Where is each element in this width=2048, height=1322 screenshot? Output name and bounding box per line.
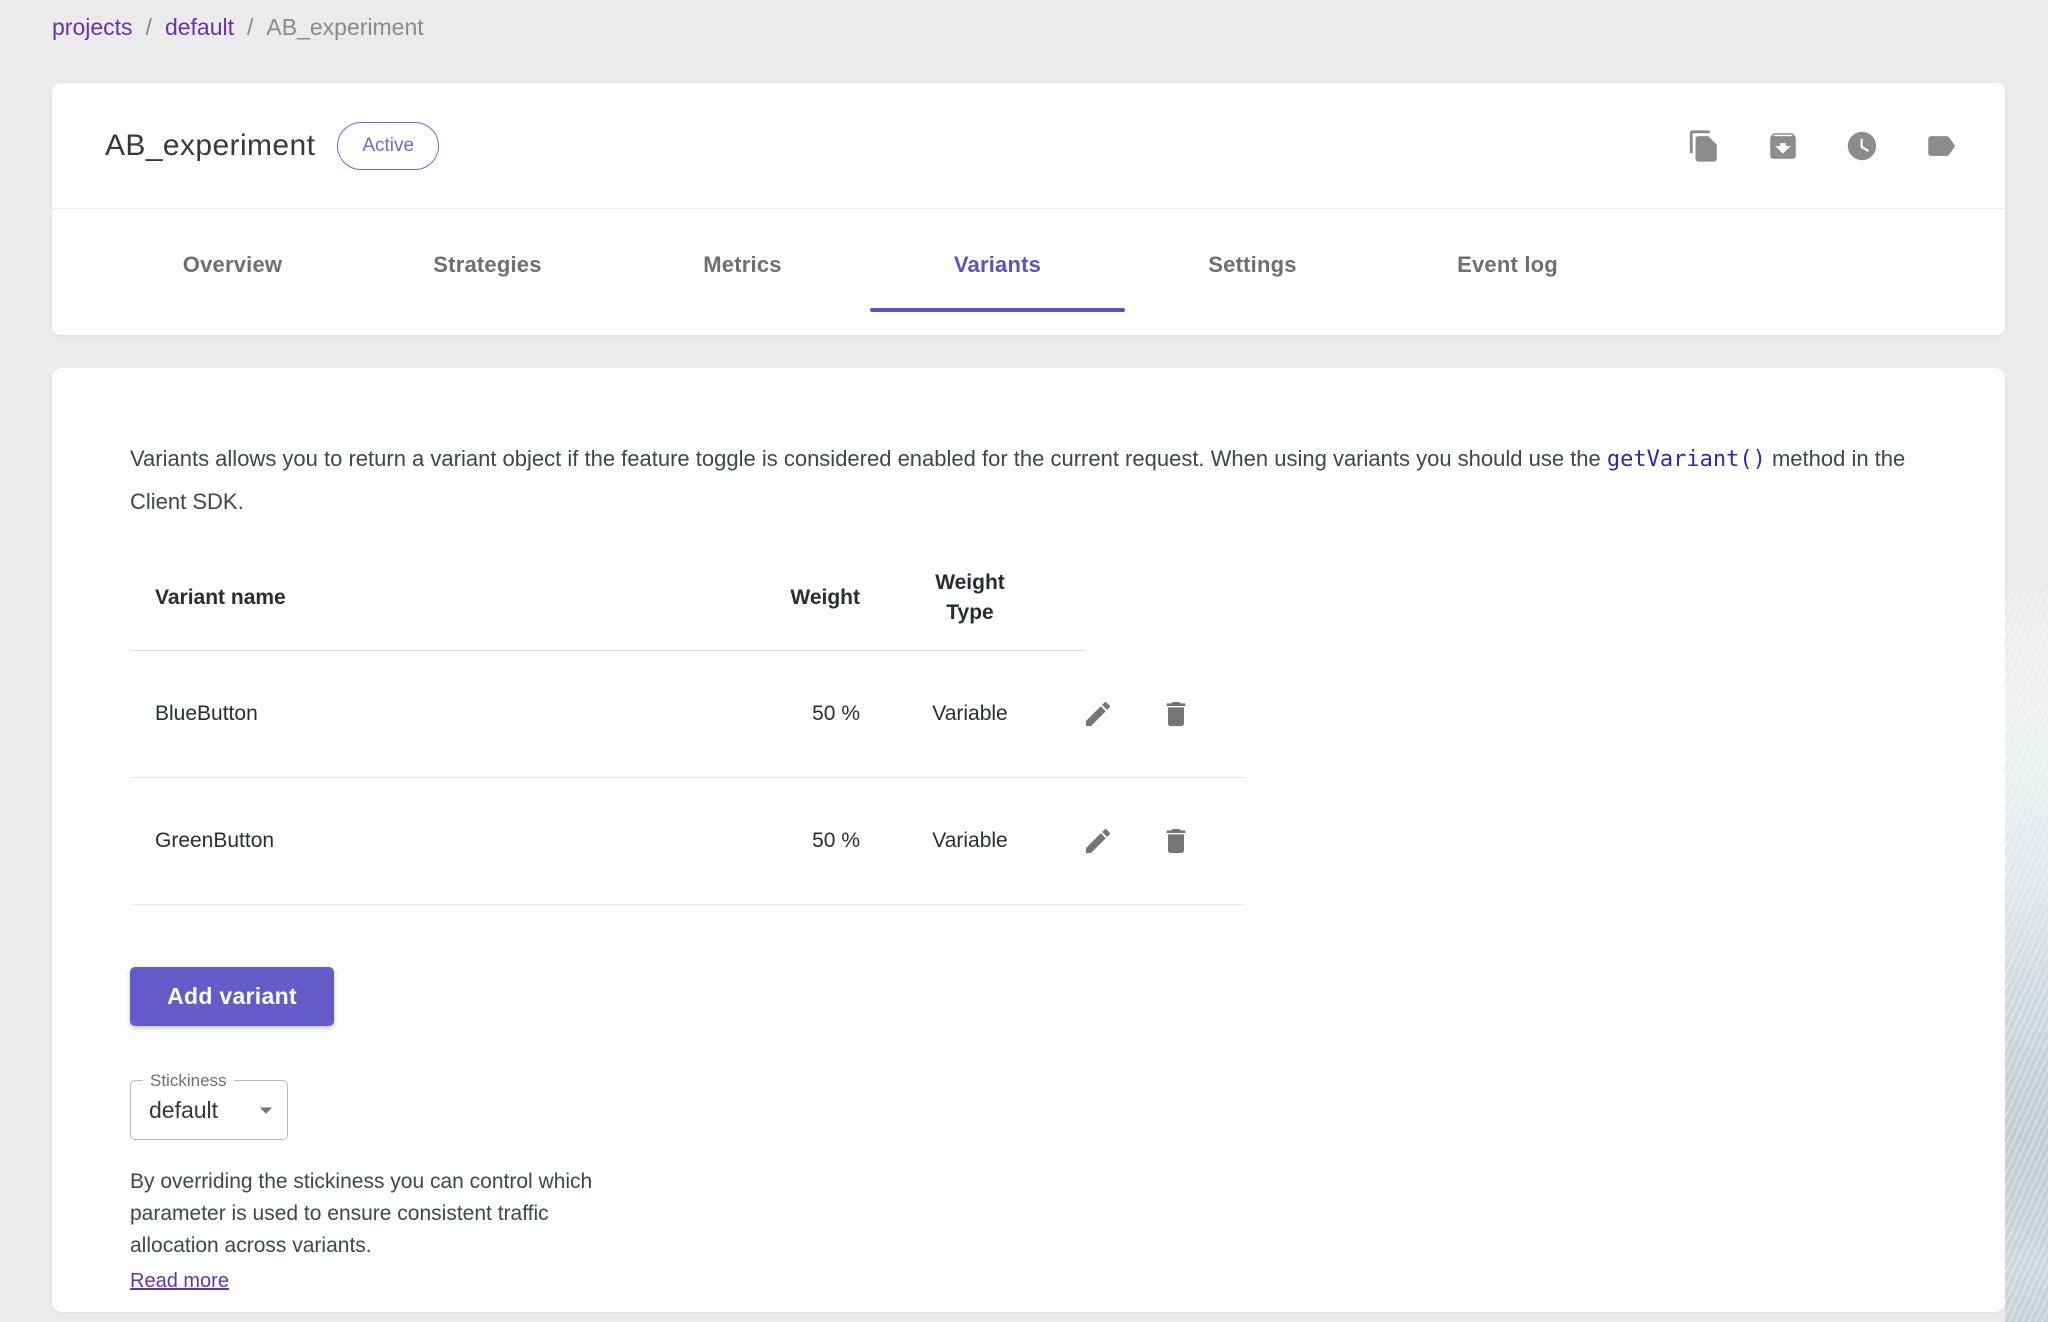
tab-event-log[interactable]: Event log — [1380, 209, 1635, 334]
breadcrumb-current: AB_experiment — [266, 14, 423, 41]
breadcrumb: projects / default / AB_experiment — [52, 14, 424, 41]
variant-actions — [1080, 698, 1241, 730]
breadcrumb-separator: / — [247, 14, 253, 41]
variant-actions — [1080, 825, 1241, 857]
variant-name: BlueButton — [130, 702, 685, 726]
feature-header-card: AB_experiment Active Overview Strategies… — [52, 83, 2005, 335]
column-header-weight-type: Weight Type — [928, 568, 1012, 628]
page-title: AB_experiment — [105, 129, 315, 163]
tab-strategies[interactable]: Strategies — [360, 209, 615, 334]
delete-variant-button[interactable] — [1160, 825, 1192, 857]
chevron-down-icon — [251, 1095, 281, 1125]
variants-table-header: Variant name Weight Weight Type — [130, 545, 1085, 651]
edit-variant-button[interactable] — [1082, 825, 1114, 857]
column-header-variant-name: Variant name — [130, 586, 685, 610]
column-header-weight: Weight — [685, 586, 860, 610]
variant-weight-type: Variable — [860, 829, 1080, 853]
add-variant-button[interactable]: Add variant — [130, 967, 334, 1026]
breadcrumb-link-default[interactable]: default — [165, 14, 234, 41]
history-icon[interactable] — [1844, 128, 1880, 164]
stickiness-select-value: default — [149, 1097, 218, 1124]
background-texture — [2005, 590, 2048, 1322]
read-more-link[interactable]: Read more — [130, 1270, 229, 1293]
stickiness-select-label: Stickiness — [143, 1071, 234, 1091]
variants-table: Variant name Weight Weight Type BlueButt… — [130, 545, 1945, 905]
variant-weight-type: Variable — [860, 702, 1080, 726]
tab-settings[interactable]: Settings — [1125, 209, 1380, 334]
edit-variant-button[interactable] — [1082, 698, 1114, 730]
tab-bar: Overview Strategies Metrics Variants Set… — [52, 209, 2005, 334]
table-row: BlueButton 50 % Variable — [130, 651, 1246, 778]
variants-description: Variants allows you to return a variant … — [130, 438, 1920, 523]
table-row: GreenButton 50 % Variable — [130, 778, 1246, 905]
variant-weight: 50 % — [685, 702, 860, 726]
copy-icon[interactable] — [1686, 128, 1722, 164]
breadcrumb-link-projects[interactable]: projects — [52, 14, 133, 41]
delete-variant-button[interactable] — [1160, 698, 1192, 730]
variant-weight: 50 % — [685, 829, 860, 853]
get-variant-code: getVariant() — [1607, 447, 1766, 472]
breadcrumb-separator: / — [146, 14, 152, 41]
stickiness-select[interactable]: Stickiness default — [130, 1080, 288, 1140]
tag-icon[interactable] — [1923, 128, 1959, 164]
status-badge: Active — [337, 122, 439, 170]
archive-icon[interactable] — [1765, 128, 1801, 164]
tab-variants[interactable]: Variants — [870, 209, 1125, 334]
variants-panel: Variants allows you to return a variant … — [52, 368, 2005, 1312]
stickiness-help-text: By overriding the stickiness you can con… — [130, 1166, 640, 1262]
variant-name: GreenButton — [130, 829, 685, 853]
tab-overview[interactable]: Overview — [105, 209, 360, 334]
description-text: Variants allows you to return a variant … — [130, 446, 1607, 471]
header-action-icons — [1686, 128, 1959, 164]
tab-metrics[interactable]: Metrics — [615, 209, 870, 334]
feature-header-row: AB_experiment Active — [52, 83, 2005, 209]
